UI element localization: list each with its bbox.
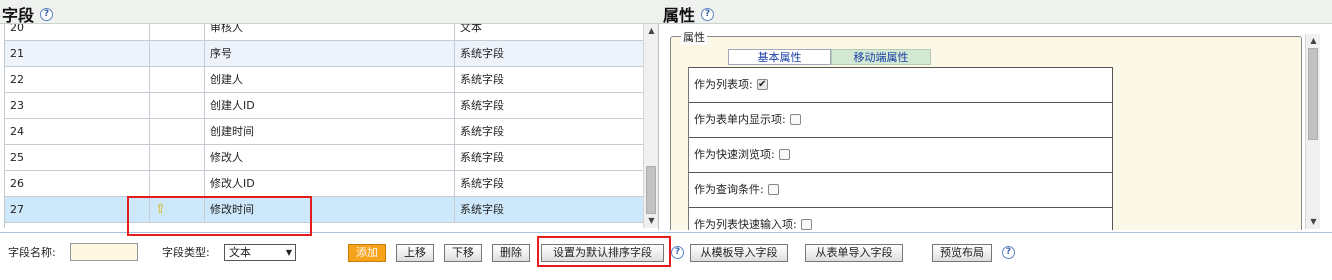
help-icon[interactable]: ? <box>701 8 715 21</box>
field-type-cell: 系统字段 <box>455 41 644 66</box>
properties-title: 属性? <box>663 2 715 26</box>
row-marker <box>150 171 205 196</box>
field-type-value: 文本 <box>229 246 251 259</box>
field-type-cell: 系统字段 <box>455 93 644 118</box>
table-row[interactable]: 24 创建时间 系统字段 <box>5 119 644 145</box>
row-number: 26 <box>5 171 150 196</box>
fields-title-text: 字段 <box>2 6 35 25</box>
table-row-selected[interactable]: 27 ⇧ 修改时间 系统字段 <box>5 197 644 223</box>
scrollbar-thumb[interactable] <box>1308 48 1318 140</box>
row-number: 27 <box>5 197 150 222</box>
fields-panel: 20 审核人 文本 21 序号 系统字段 22 创建人 系统字段 23 创建人I… <box>0 24 659 230</box>
field-type-label: 字段类型: <box>162 246 210 259</box>
table-row[interactable]: 20 审核人 文本 <box>5 24 644 41</box>
field-name-cell: 修改时间 <box>205 197 455 222</box>
properties-scrollbar[interactable]: ▲ ▼ <box>1305 34 1320 229</box>
list-item-checkbox[interactable]: ✔ <box>756 78 768 90</box>
panel-header: 字段? 属性? <box>0 0 1332 26</box>
field-name-label: 字段名称: <box>8 246 56 259</box>
row-marker <box>150 93 205 118</box>
chevron-down-icon: ▼ <box>285 248 292 257</box>
row-marker <box>150 67 205 92</box>
delete-button[interactable]: 删除 <box>492 244 530 262</box>
table-row[interactable]: 26 修改人ID 系统字段 <box>5 171 644 197</box>
field-name-cell: 创建时间 <box>205 119 455 144</box>
row-number: 23 <box>5 93 150 118</box>
property-label: 作为查询条件: <box>694 183 764 196</box>
property-label: 作为列表快速输入项: <box>694 218 797 230</box>
properties-table: 作为列表项: ✔ 作为表单内显示项: 作为快速浏览项: 作为查询条件: 作为列表快… <box>688 67 1113 230</box>
set-default-sort-button[interactable]: 设置为默认排序字段 <box>541 244 664 262</box>
property-label: 作为列表项: <box>694 78 753 91</box>
table-row[interactable]: 23 创建人ID 系统字段 <box>5 93 644 119</box>
properties-panel: 属性 基本属性 移动端属性 作为列表项: ✔ 作为表单内显示项: 作为快速浏览项:… <box>660 24 1332 230</box>
move-up-button[interactable]: 上移 <box>396 244 434 262</box>
row-number: 24 <box>5 119 150 144</box>
field-type-cell: 系统字段 <box>455 197 644 222</box>
tab-basic-properties[interactable]: 基本属性 <box>728 49 831 65</box>
table-row[interactable]: 25 修改人 系统字段 <box>5 145 644 171</box>
property-label: 作为表单内显示项: <box>694 113 786 126</box>
move-down-button[interactable]: 下移 <box>444 244 482 262</box>
property-label: 作为快速浏览项: <box>694 148 775 161</box>
scroll-down-icon[interactable]: ▼ <box>1306 215 1321 229</box>
field-name-cell: 创建人 <box>205 67 455 92</box>
query-condition-checkbox[interactable] <box>767 183 779 195</box>
field-type-cell: 系统字段 <box>455 119 644 144</box>
property-row: 作为快速浏览项: <box>689 137 1113 172</box>
preview-layout-button[interactable]: 预览布局 <box>932 244 992 262</box>
property-row: 作为列表快速输入项: <box>689 207 1113 230</box>
fields-grid: 20 审核人 文本 21 序号 系统字段 22 创建人 系统字段 23 创建人I… <box>4 24 644 228</box>
row-number: 20 <box>5 24 150 40</box>
scroll-up-icon[interactable]: ▲ <box>1306 34 1321 48</box>
field-name-cell: 序号 <box>205 41 455 66</box>
tab-mobile-properties[interactable]: 移动端属性 <box>831 49 931 65</box>
property-row: 作为查询条件: <box>689 172 1113 207</box>
row-number: 21 <box>5 41 150 66</box>
row-marker <box>150 119 205 144</box>
row-marker <box>150 145 205 170</box>
table-row[interactable]: 22 创建人 系统字段 <box>5 67 644 93</box>
field-type-select[interactable]: 文本 ▼ <box>224 244 296 261</box>
properties-title-text: 属性 <box>663 6 696 25</box>
fields-title: 字段? <box>2 2 54 26</box>
field-type-cell: 文本 <box>455 24 644 40</box>
help-icon[interactable]: ? <box>671 246 684 259</box>
scroll-up-icon[interactable]: ▲ <box>644 24 658 38</box>
row-marker <box>150 24 205 40</box>
property-row: 作为列表项: ✔ <box>689 67 1113 102</box>
properties-fieldset: 属性 基本属性 移动端属性 作为列表项: ✔ 作为表单内显示项: 作为快速浏览项:… <box>670 29 1302 230</box>
scroll-down-icon[interactable]: ▼ <box>644 214 658 228</box>
fields-scrollbar[interactable]: ▲ ▼ <box>643 24 658 228</box>
fieldset-legend: 属性 <box>681 29 707 45</box>
quick-input-checkbox[interactable] <box>800 218 812 230</box>
add-button[interactable]: 添加 <box>348 244 386 262</box>
help-icon[interactable]: ? <box>40 8 54 21</box>
up-arrow-icon: ⇧ <box>150 197 205 222</box>
field-type-cell: 系统字段 <box>455 171 644 196</box>
field-name-cell: 创建人ID <box>205 93 455 118</box>
row-number: 25 <box>5 145 150 170</box>
table-row[interactable]: 21 序号 系统字段 <box>5 41 644 67</box>
field-name-cell: 修改人 <box>205 145 455 170</box>
field-name-cell: 修改人ID <box>205 171 455 196</box>
scrollbar-thumb[interactable] <box>646 166 656 214</box>
row-marker <box>150 41 205 66</box>
quick-browse-checkbox[interactable] <box>778 148 790 160</box>
field-toolbar: 字段名称: 字段类型: 文本 ▼ 添加 上移 下移 删除 设置为默认排序字段 ?… <box>0 232 1332 280</box>
help-icon[interactable]: ? <box>1002 246 1015 259</box>
import-from-template-button[interactable]: 从模板导入字段 <box>690 244 788 262</box>
property-row: 作为表单内显示项: <box>689 102 1113 137</box>
row-number: 22 <box>5 67 150 92</box>
field-name-input[interactable] <box>70 243 138 261</box>
field-name-cell: 审核人 <box>205 24 455 40</box>
field-type-cell: 系统字段 <box>455 145 644 170</box>
field-type-cell: 系统字段 <box>455 67 644 92</box>
import-from-form-button[interactable]: 从表单导入字段 <box>805 244 903 262</box>
form-display-checkbox[interactable] <box>789 113 801 125</box>
